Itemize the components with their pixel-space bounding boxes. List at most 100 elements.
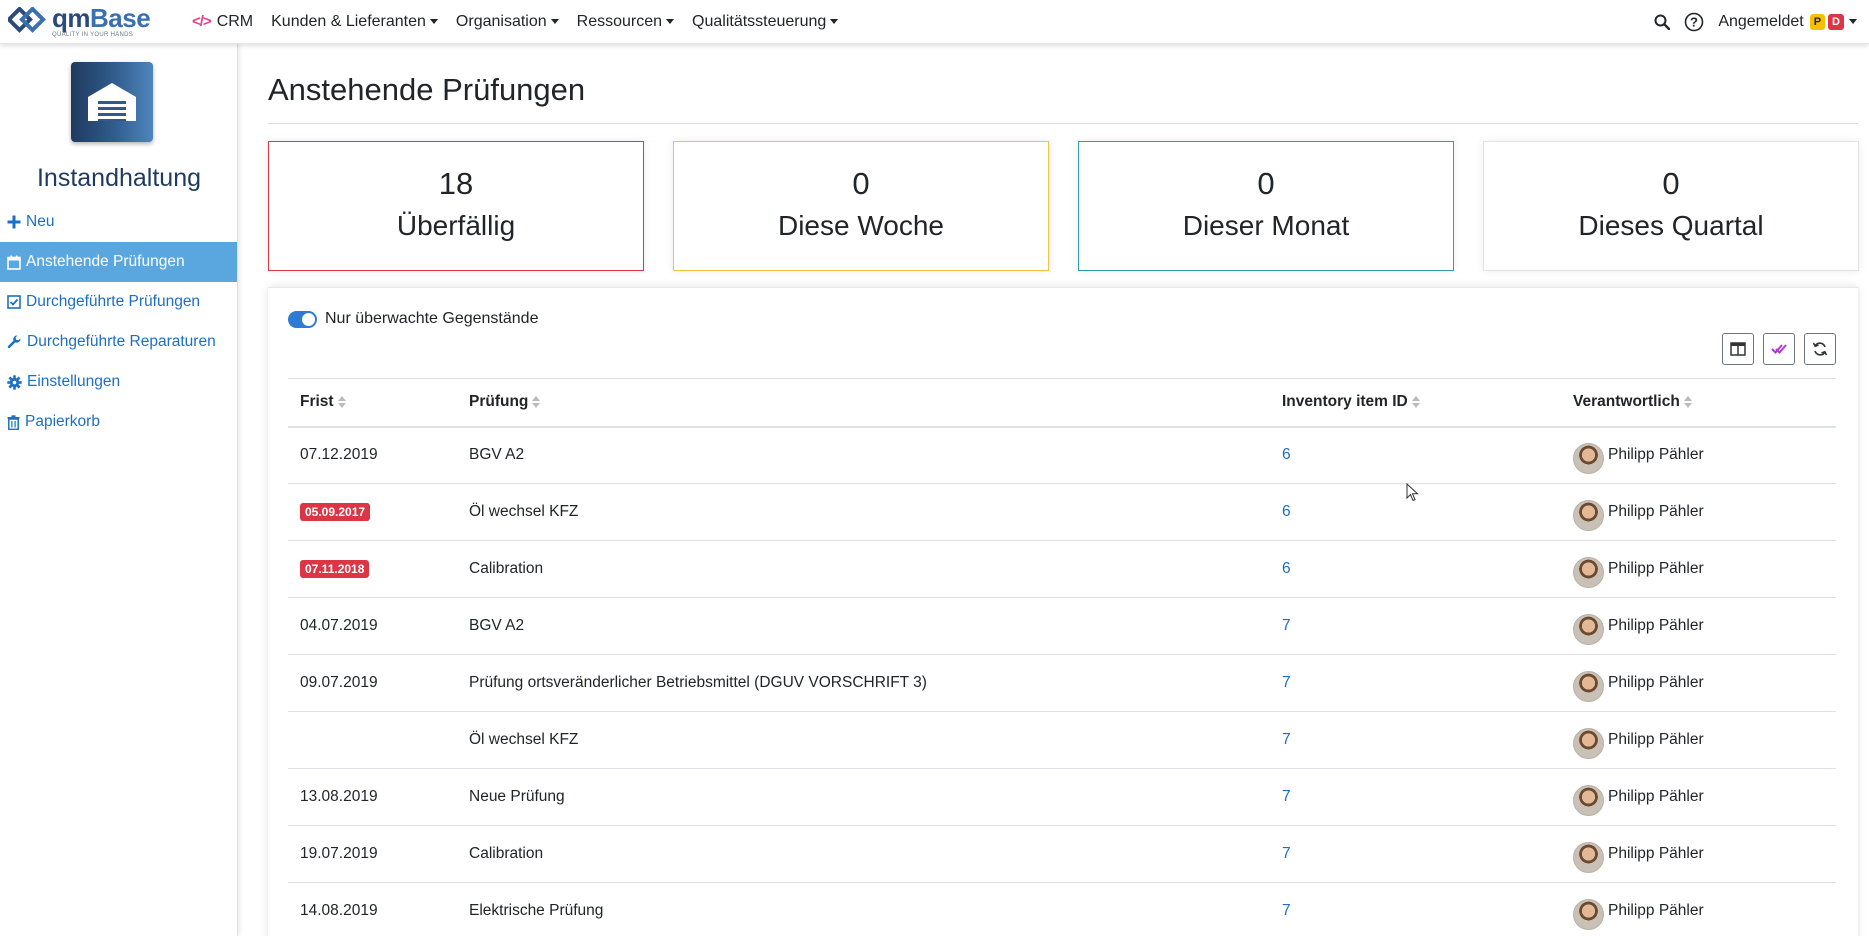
responsible-person[interactable]: Philipp Pähler	[1573, 611, 1836, 645]
responsible-person[interactable]: Philipp Pähler	[1573, 668, 1836, 702]
cell-pruefung: Öl wechsel KFZ	[457, 711, 1270, 769]
nav-kunden-label: Kunden & Lieferanten	[271, 12, 426, 30]
main-nav: </> CRM Kunden & Lieferanten Organisatio…	[192, 13, 856, 31]
responsible-person[interactable]: Philipp Pähler	[1573, 440, 1836, 474]
inventory-item-link[interactable]: 7	[1282, 788, 1291, 805]
table-row[interactable]: 07.12.2019 BGV A2 6 Philipp Pähler	[288, 426, 1836, 484]
table-card: Nur überwachte Gegenstände Frist Prüfung	[268, 287, 1858, 936]
inventory-item-link[interactable]: 7	[1282, 902, 1291, 919]
table-row[interactable]: 07.11.2018 Calibration 6 Philipp Pähler	[288, 540, 1836, 598]
check-all-button[interactable]	[1763, 333, 1795, 365]
cell-verantwortlich: Philipp Pähler	[1561, 825, 1836, 883]
nav-qualitaetssteuerung[interactable]: Qualitätssteuerung	[692, 13, 839, 31]
stat-value: 0	[852, 166, 870, 201]
inventory-item-link[interactable]: 7	[1282, 674, 1291, 691]
svg-text:?: ?	[1690, 14, 1698, 29]
table-row[interactable]: 14.08.2019 Elektrische Prüfung 7 Philipp Pä…	[288, 882, 1836, 936]
plus-icon	[7, 215, 21, 229]
inventory-item-link[interactable]: 7	[1282, 731, 1291, 748]
inventory-item-link[interactable]: 6	[1282, 560, 1291, 577]
nav-crm[interactable]: </> CRM	[192, 13, 253, 31]
avatar	[1573, 442, 1604, 474]
stat-card-diese-woche[interactable]: 0 Diese Woche	[673, 141, 1049, 271]
cell-frist: 09.07.2019	[288, 654, 457, 712]
responsible-person[interactable]: Philipp Pähler	[1573, 725, 1836, 759]
avatar	[1573, 898, 1604, 930]
stat-card-dieser-monat[interactable]: 0 Dieser Monat	[1078, 141, 1454, 271]
responsible-person[interactable]: Philipp Pähler	[1573, 782, 1836, 816]
pending-inspections-table: Frist Prüfung Inventory item ID Verantwo…	[288, 378, 1836, 936]
sidebar-item-neu[interactable]: Neu	[0, 202, 237, 242]
overdue-date-badge: 07.11.2018	[300, 560, 370, 578]
stat-card-ueberfaellig[interactable]: 18 Überfällig	[268, 141, 644, 271]
inventory-item-link[interactable]: 6	[1282, 446, 1291, 463]
title-divider	[268, 123, 1858, 124]
cell-inventory-id: 7	[1270, 597, 1561, 655]
monitored-items-toggle[interactable]	[288, 310, 317, 328]
responsible-person[interactable]: Philipp Pähler	[1573, 839, 1836, 873]
nav-ressourcen[interactable]: Ressourcen	[577, 13, 675, 31]
cell-inventory-id: 7	[1270, 825, 1561, 883]
stat-card-dieses-quartal[interactable]: 0 Dieses Quartal	[1483, 141, 1859, 271]
sidebar-item-durchgefuehrte-pruefungen[interactable]: Durchgeführte Prüfungen	[0, 282, 237, 322]
sidebar-item-anstehende-pruefungen[interactable]: Anstehende Prüfungen	[0, 242, 237, 282]
cell-pruefung: Neue Prüfung	[457, 768, 1270, 826]
page-title: Anstehende Prüfungen	[268, 72, 586, 107]
avatar	[1573, 841, 1604, 873]
cell-inventory-id: 6	[1270, 426, 1561, 484]
user-menu[interactable]: Angemeldet P D	[1718, 13, 1857, 31]
person-name: Philipp Pähler	[1608, 845, 1704, 862]
sidebar-item-label: Anstehende Prüfungen	[26, 253, 185, 270]
stat-value: 0	[1662, 166, 1680, 201]
columns-button[interactable]	[1722, 333, 1754, 365]
code-icon: </>	[192, 13, 212, 30]
logo-tagline: QUALITY IN YOUR HANDS	[52, 32, 134, 38]
nav-kunden-lieferanten[interactable]: Kunden & Lieferanten	[271, 13, 438, 31]
cell-frist: 14.08.2019	[288, 882, 457, 936]
cell-inventory-id: 7	[1270, 768, 1561, 826]
sort-icon	[1683, 396, 1692, 409]
table-row[interactable]: 13.08.2019 Neue Prüfung 7 Philipp Pähler	[288, 768, 1836, 826]
sidebar-menu: Neu Anstehende Prüfungen Durchgeführte P…	[0, 202, 237, 442]
sidebar-item-papierkorb[interactable]: Papierkorb	[0, 402, 237, 442]
avatar	[1573, 613, 1604, 645]
column-header-verantwortlich[interactable]: Verantwortlich	[1561, 378, 1836, 428]
help-icon[interactable]: ?	[1684, 12, 1704, 32]
inventory-item-link[interactable]: 7	[1282, 617, 1291, 634]
cell-pruefung: Prüfung ortsveränderlicher Betriebsmitte…	[457, 654, 1270, 712]
responsible-person[interactable]: Philipp Pähler	[1573, 554, 1836, 588]
logo-name-b: Base	[90, 3, 151, 33]
table-row[interactable]: 05.09.2017 Öl wechsel KFZ 6 Philipp Pähler	[288, 483, 1836, 541]
inventory-item-link[interactable]: 6	[1282, 503, 1291, 520]
sidebar-item-einstellungen[interactable]: Einstellungen	[0, 362, 237, 402]
table-row[interactable]: Öl wechsel KFZ 7 Philipp Pähler	[288, 711, 1836, 769]
caret-down-icon	[550, 19, 559, 24]
garage-icon	[71, 62, 153, 142]
avatar	[1573, 556, 1604, 588]
inventory-item-link[interactable]: 7	[1282, 845, 1291, 862]
responsible-person[interactable]: Philipp Pähler	[1573, 497, 1836, 531]
refresh-button[interactable]	[1804, 333, 1836, 365]
nav-organisation[interactable]: Organisation	[456, 13, 559, 31]
cell-frist	[288, 711, 457, 769]
gear-icon	[7, 374, 22, 390]
column-header-inventory-id[interactable]: Inventory item ID	[1270, 378, 1561, 428]
search-icon[interactable]	[1654, 14, 1671, 30]
stat-label: Überfällig	[396, 210, 516, 241]
cell-frist: 07.12.2019	[288, 426, 457, 484]
person-name: Philipp Pähler	[1608, 560, 1704, 577]
logo-name: qm	[52, 3, 91, 33]
table-row[interactable]: 09.07.2019 Prüfung ortsveränderlicher Bet…	[288, 654, 1836, 712]
table-row[interactable]: 04.07.2019 BGV A2 7 Philipp Pähler	[288, 597, 1836, 655]
wrench-icon	[7, 334, 21, 348]
person-name: Philipp Pähler	[1608, 674, 1704, 691]
table-row[interactable]: 19.07.2019 Calibration 7 Philipp Pähler	[288, 825, 1836, 883]
cell-verantwortlich: Philipp Pähler	[1561, 426, 1836, 484]
sidebar-item-durchgefuehrte-reparaturen[interactable]: Durchgeführte Reparaturen	[0, 322, 237, 362]
module-title: Instandhaltung	[36, 164, 202, 192]
qmbase-logo[interactable]: qmBase QUALITY IN YOUR HANDS	[8, 2, 178, 42]
column-header-pruefung[interactable]: Prüfung	[457, 378, 1270, 428]
responsible-person[interactable]: Philipp Pähler	[1573, 896, 1836, 930]
column-header-frist[interactable]: Frist	[288, 378, 457, 428]
caret-down-icon	[830, 19, 839, 24]
